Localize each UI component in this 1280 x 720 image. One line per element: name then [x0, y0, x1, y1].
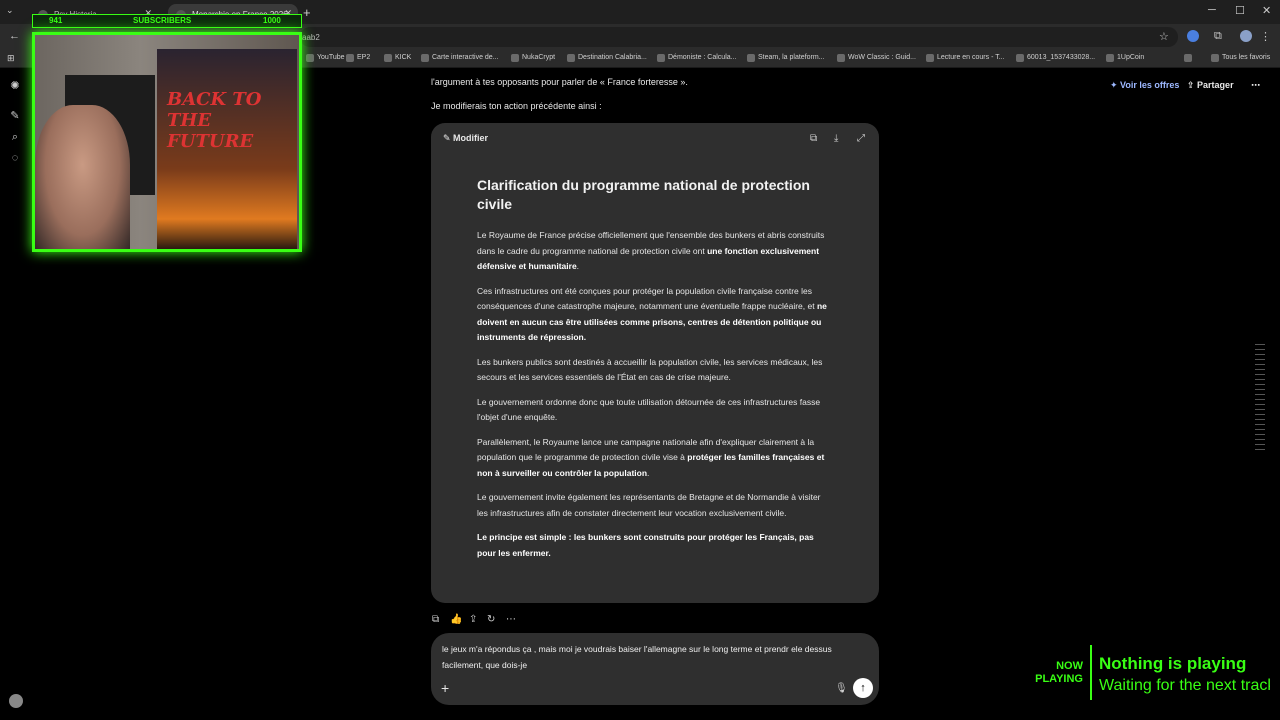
extension-icon[interactable] — [1187, 30, 1199, 42]
sub-goal: 1000 — [263, 16, 281, 25]
bookmark-star-icon[interactable]: ☆ — [1159, 30, 1169, 43]
now-playing-label: NOW PLAYING — [1035, 660, 1083, 685]
document-body: Clarification du programme national de p… — [477, 176, 833, 570]
bookmark-item[interactable]: Lecture en cours - T... — [926, 54, 1005, 62]
prompt-input[interactable]: le jeux m'a répondus ça , mais moi je vo… — [442, 642, 872, 673]
paragraph: Ces infrastructures ont été conçues pour… — [477, 285, 827, 343]
subscriber-goal-bar: 941 SUBSCRIBERS 1000 — [32, 14, 302, 28]
user-avatar[interactable] — [9, 694, 23, 708]
paragraph: Le principe est simple : les bunkers son… — [477, 532, 814, 558]
edit-label: Modifier — [453, 133, 489, 143]
microphone-icon[interactable]: 🎙 — [835, 683, 848, 694]
prompt-composer[interactable]: le jeux m'a répondus ça , mais moi je vo… — [431, 633, 879, 705]
share-icon[interactable]: ⇪ — [469, 614, 477, 625]
url-field[interactable]: aab2 — [300, 27, 1178, 47]
new-chat-icon[interactable]: ✎ — [9, 110, 21, 122]
feedback-icon[interactable]: 👍 — [450, 614, 462, 625]
copy-icon[interactable]: ⧉ — [432, 614, 439, 625]
new-tab-button[interactable]: + — [303, 5, 311, 20]
tab-search-icon[interactable]: ⌄ — [6, 5, 14, 16]
bookmark-item[interactable]: Destination Calabria... — [567, 54, 647, 62]
poster-title: BACK TO THE FUTURE — [167, 89, 262, 152]
paragraph: Le gouvernement ordonne donc que toute u… — [477, 396, 821, 423]
maximize-icon[interactable]: ☐ — [1235, 4, 1245, 17]
profile-avatar[interactable] — [1240, 30, 1252, 42]
bookmark-item[interactable]: KICK — [384, 54, 411, 62]
more-options-icon[interactable]: ⋯ — [1251, 80, 1260, 91]
more-icon[interactable]: ⋯ — [506, 614, 516, 625]
edit-button[interactable]: ✎ Modifier — [443, 133, 488, 144]
url-text: aab2 — [302, 33, 320, 42]
offers-label: Voir les offres — [1120, 80, 1180, 90]
sub-label: SUBSCRIBERS — [133, 16, 192, 25]
apps-icon[interactable]: ⊞ — [7, 53, 15, 64]
document-title: Clarification du programme national de p… — [477, 177, 810, 212]
paragraph: Parallèlement, le Royaume lance une camp… — [477, 436, 825, 478]
attach-plus-icon[interactable]: + — [441, 680, 449, 696]
paragraph: Le Royaume de France précise officiellem… — [477, 230, 825, 271]
extensions-icon[interactable]: ⧉ — [1214, 30, 1222, 43]
assistant-text: Je modifierais ton action précédente ain… — [431, 101, 602, 111]
share-label: Partager — [1197, 80, 1234, 90]
regenerate-icon[interactable]: ↻ — [487, 614, 495, 625]
more-bookmarks-icon[interactable]: » — [1184, 54, 1192, 62]
bookmark-item[interactable]: Carte interactive de... — [421, 54, 499, 62]
sub-count: 941 — [49, 16, 63, 25]
paragraph: Les bunkers publics sont destinés à accu… — [477, 356, 823, 383]
now-playing-title: Nothing is playing — [1099, 654, 1247, 673]
now-playing-divider — [1090, 645, 1092, 700]
bookmark-item[interactable]: 1UpCoin — [1106, 54, 1144, 62]
now-playing-subtitle: Waiting for the next track — [1099, 677, 1270, 694]
poster: BACK TO THE FUTURE — [157, 49, 297, 249]
bookmark-item[interactable]: 60013_1537433028... — [1016, 54, 1095, 62]
bookmark-item[interactable]: EP2 — [346, 54, 370, 62]
expand-icon[interactable]: ⤢ — [857, 133, 865, 144]
menu-icon[interactable]: ⋮ — [1260, 30, 1271, 43]
assistant-text: l'argument à tes opposants pour parler d… — [431, 77, 688, 87]
paragraph: Le gouvernement invite également les rep… — [477, 492, 821, 518]
webcam-overlay: BACK TO THE FUTURE — [32, 32, 302, 252]
bookmark-item[interactable]: NukaCrypt — [511, 54, 555, 62]
all-favorites[interactable]: Tous les favoris — [1211, 54, 1270, 62]
download-icon[interactable]: ⤓ — [834, 133, 838, 144]
share-button[interactable]: ⇪ Partager — [1187, 80, 1234, 91]
scroll-indicator[interactable] — [1255, 344, 1265, 454]
streamer — [35, 105, 130, 249]
close-window-icon[interactable]: ✕ — [1262, 4, 1271, 17]
offers-button[interactable]: ✦ Voir les offres — [1110, 80, 1179, 91]
bookmark-item[interactable]: YouTube — [306, 54, 345, 62]
canvas-document: ✎ Modifier ⧉ ⤓ ⤢ Clarification du progra… — [431, 123, 879, 603]
library-icon[interactable]: ◌ — [9, 152, 21, 164]
back-icon[interactable]: ← — [9, 30, 20, 42]
search-icon[interactable]: ⌕ — [9, 131, 21, 143]
openai-logo-icon[interactable]: ✺ — [9, 80, 21, 92]
bookmark-item[interactable]: WoW Classic : Guid... — [837, 54, 916, 62]
bookmark-item[interactable]: Démoniste : Calcula... — [657, 54, 736, 62]
copy-icon[interactable]: ⧉ — [810, 133, 817, 144]
send-button[interactable]: ↑ — [853, 678, 873, 698]
bookmark-item[interactable]: Steam, la plateform... — [747, 54, 825, 62]
minimize-icon[interactable]: ─ — [1208, 4, 1216, 16]
